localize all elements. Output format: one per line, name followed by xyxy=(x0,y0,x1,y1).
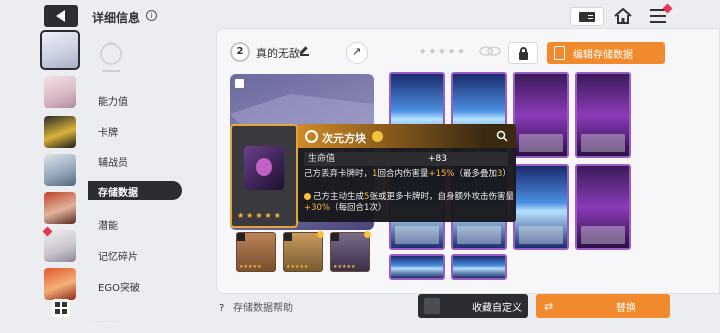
nav-item-potential[interactable]: 潜能 xyxy=(98,217,118,232)
watermark: ··· ··· ··· xyxy=(94,319,121,326)
collect-custom-button[interactable]: 收藏自定义 xyxy=(418,294,528,318)
id-card-icon xyxy=(579,11,595,22)
link-icon xyxy=(479,46,501,56)
card-slot[interactable] xyxy=(389,254,445,280)
nav-item-memory[interactable]: 记忆碎片 xyxy=(98,248,138,263)
deck-level-badge: 2 xyxy=(230,42,250,62)
lock-icon xyxy=(519,52,528,60)
coin-icon xyxy=(372,131,383,142)
card-slot[interactable] xyxy=(575,72,631,158)
character-avatar[interactable] xyxy=(44,268,76,300)
page-title: 详细信息 xyxy=(92,11,141,25)
nav-item-support[interactable]: 辅战员 xyxy=(98,154,128,169)
relic-effect-2: 己方主动生成5张或更多卡牌时，自身额外攻击伤害量+30%（每回合1次） xyxy=(304,192,514,213)
edit-saved-data-button[interactable]: 编辑存储数据 xyxy=(547,42,665,64)
grid-view-button[interactable] xyxy=(52,299,70,317)
item-slot[interactable]: ★★★★★ xyxy=(283,231,324,272)
lock-button[interactable] xyxy=(508,42,538,64)
edit-doc-icon xyxy=(554,46,565,60)
card-slot[interactable] xyxy=(451,254,507,280)
nav-item-ego[interactable]: EGO突破 xyxy=(98,279,140,294)
relic-name: 次元方块 xyxy=(322,132,366,145)
nav-item-cards[interactable]: 卡牌 xyxy=(98,124,118,139)
star-card-icon xyxy=(424,298,440,314)
coin-bullet-icon xyxy=(304,193,311,200)
rename-pencil-icon[interactable] xyxy=(300,47,309,56)
home-icon[interactable] xyxy=(614,8,632,24)
item-slot[interactable]: ★★★★★ xyxy=(236,232,276,272)
nav-item-saved-data-label: 存储数据 xyxy=(98,188,138,199)
item-slot[interactable]: ★★★★★ xyxy=(330,231,371,272)
replace-label: 替换 xyxy=(616,302,636,314)
emblem-icon xyxy=(100,41,122,72)
dimension-cube-icon xyxy=(244,146,284,190)
replace-button[interactable]: ⇄ 替换 xyxy=(536,294,670,318)
character-list xyxy=(40,30,80,333)
saved-data-help-link[interactable]: ? 存储数据帮助 xyxy=(219,299,293,314)
relic-effect-1: 己方丢弃卡牌时，1回合内伤害量+15%（最多叠加3） xyxy=(304,169,511,179)
relic-type-icon xyxy=(305,130,318,143)
faint-logo: ◆ ◆ ◆ ◆ ◆ xyxy=(420,47,465,55)
relic-stat-value: +83 xyxy=(428,154,447,164)
character-avatar[interactable] xyxy=(44,192,76,224)
edit-saved-data-label: 编辑存储数据 xyxy=(573,49,633,61)
nav-item-stats[interactable]: 能力值 xyxy=(98,93,128,108)
search-icon[interactable] xyxy=(496,130,508,142)
swap-icon: ⇄ xyxy=(544,300,554,313)
character-avatar-selected[interactable] xyxy=(40,30,80,70)
character-avatar[interactable] xyxy=(44,76,76,108)
help-icon: ? xyxy=(219,303,225,314)
character-avatar[interactable] xyxy=(44,116,76,148)
menu-icon[interactable] xyxy=(650,9,666,23)
info-icon[interactable]: i xyxy=(146,10,157,21)
relic-stat-label: 生命值 xyxy=(304,152,508,166)
card-slot[interactable] xyxy=(575,164,631,250)
share-button[interactable] xyxy=(346,42,368,64)
character-avatar[interactable] xyxy=(44,154,76,186)
deck-name: 真的无敌 xyxy=(256,47,300,60)
collect-custom-label: 收藏自定义 xyxy=(472,302,522,314)
profile-card-button[interactable] xyxy=(570,7,604,26)
card-slot[interactable] xyxy=(513,164,569,250)
card-slot[interactable] xyxy=(513,72,569,158)
back-button[interactable] xyxy=(44,5,78,27)
relic-stars: ★★★★★ xyxy=(237,211,283,220)
back-arrow-icon xyxy=(55,10,65,22)
hero-lock-icon xyxy=(235,79,244,88)
